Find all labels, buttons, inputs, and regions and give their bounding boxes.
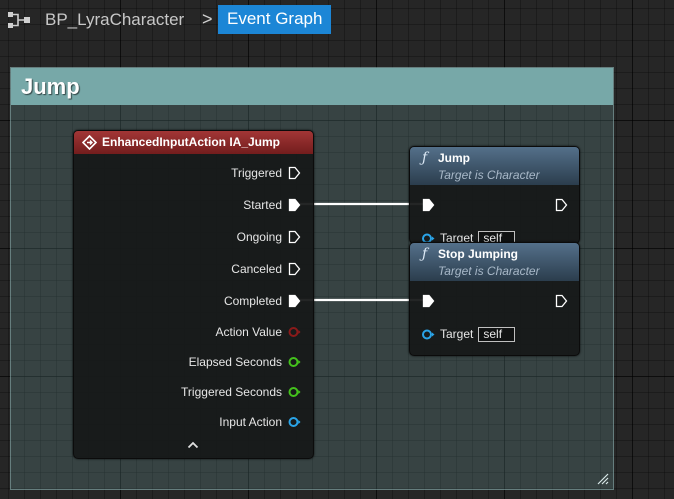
event-diamond-icon (82, 135, 97, 150)
function-node-subtitle: Target is Character (438, 264, 540, 278)
exec-pin-icon[interactable] (288, 166, 301, 180)
float-pin-icon[interactable] (288, 355, 301, 369)
pin-row-elapsed-seconds: Elapsed Seconds (189, 354, 301, 370)
pin-row-input-action: Input Action (219, 414, 301, 430)
event-node-header[interactable]: EnhancedInputAction IA_Jump (74, 131, 313, 154)
pin-label: Canceled (231, 262, 282, 276)
target-label: Target (440, 327, 474, 341)
tab-event-graph[interactable]: Event Graph (218, 5, 332, 34)
pin-label: Triggered Seconds (181, 385, 282, 399)
exec-in-pin-icon[interactable] (422, 294, 435, 308)
target-self-field[interactable]: self (478, 326, 516, 342)
pin-row-ongoing: Ongoing (237, 229, 301, 245)
pin-label: Ongoing (236, 230, 282, 244)
exec-out-pin-icon[interactable] (555, 198, 568, 212)
stop-jumping-function-node[interactable]: ƒ Stop Jumping Target is Character Targe… (409, 242, 580, 356)
breadcrumb-separator: > (202, 9, 213, 29)
enhanced-input-action-node[interactable]: EnhancedInputAction IA_Jump Triggered St… (73, 130, 314, 459)
pin-label: Started (243, 198, 282, 212)
pin-row-action-value: Action Value (216, 324, 302, 340)
function-node-header[interactable]: ƒ Jump Target is Character (410, 147, 579, 185)
target-pin-row: Target self (422, 325, 516, 343)
resize-grip-icon[interactable] (597, 473, 609, 485)
pin-row-triggered: Triggered (231, 165, 301, 181)
pin-row-canceled: Canceled (231, 261, 301, 277)
pin-row-triggered-seconds: Triggered Seconds (181, 384, 301, 400)
comment-title: Jump (21, 74, 80, 99)
exec-out-pin-icon[interactable] (555, 294, 568, 308)
object-pin-icon[interactable] (422, 328, 435, 341)
jump-function-node[interactable]: ƒ Jump Target is Character Target self (409, 146, 580, 246)
exec-pin-icon[interactable] (288, 230, 301, 244)
pin-row-completed: Completed (224, 293, 301, 309)
function-icon: ƒ (422, 150, 428, 166)
exec-pin-icon[interactable] (288, 198, 301, 212)
pin-label: Action Value (215, 325, 283, 339)
struct-pin-icon[interactable] (288, 325, 301, 339)
pin-row-started: Started (243, 197, 301, 213)
function-icon: ƒ (422, 246, 428, 262)
exec-in-pin-icon[interactable] (422, 198, 435, 212)
pin-label: Input Action (219, 415, 282, 429)
object-pin-icon[interactable] (288, 415, 301, 429)
pin-label: Triggered (231, 166, 282, 180)
comment-header[interactable]: Jump (11, 68, 613, 105)
blueprint-name-link[interactable]: BP_LyraCharacter (45, 10, 184, 30)
event-node-title: EnhancedInputAction IA_Jump (102, 135, 281, 149)
float-pin-icon[interactable] (288, 385, 301, 399)
exec-pin-icon[interactable] (288, 262, 301, 276)
function-node-header[interactable]: ƒ Stop Jumping Target is Character (410, 243, 579, 281)
exec-pin-icon[interactable] (288, 294, 301, 308)
pin-label: Elapsed Seconds (188, 355, 282, 369)
function-node-title: Stop Jumping (438, 247, 518, 261)
graph-breadcrumb-bar: BP_LyraCharacter > Event Graph (0, 0, 674, 38)
function-node-title: Jump (438, 151, 471, 165)
pin-label: Completed (223, 294, 282, 308)
graph-icon (8, 12, 30, 28)
chevron-up-icon[interactable] (187, 441, 199, 449)
function-node-subtitle: Target is Character (438, 168, 540, 182)
